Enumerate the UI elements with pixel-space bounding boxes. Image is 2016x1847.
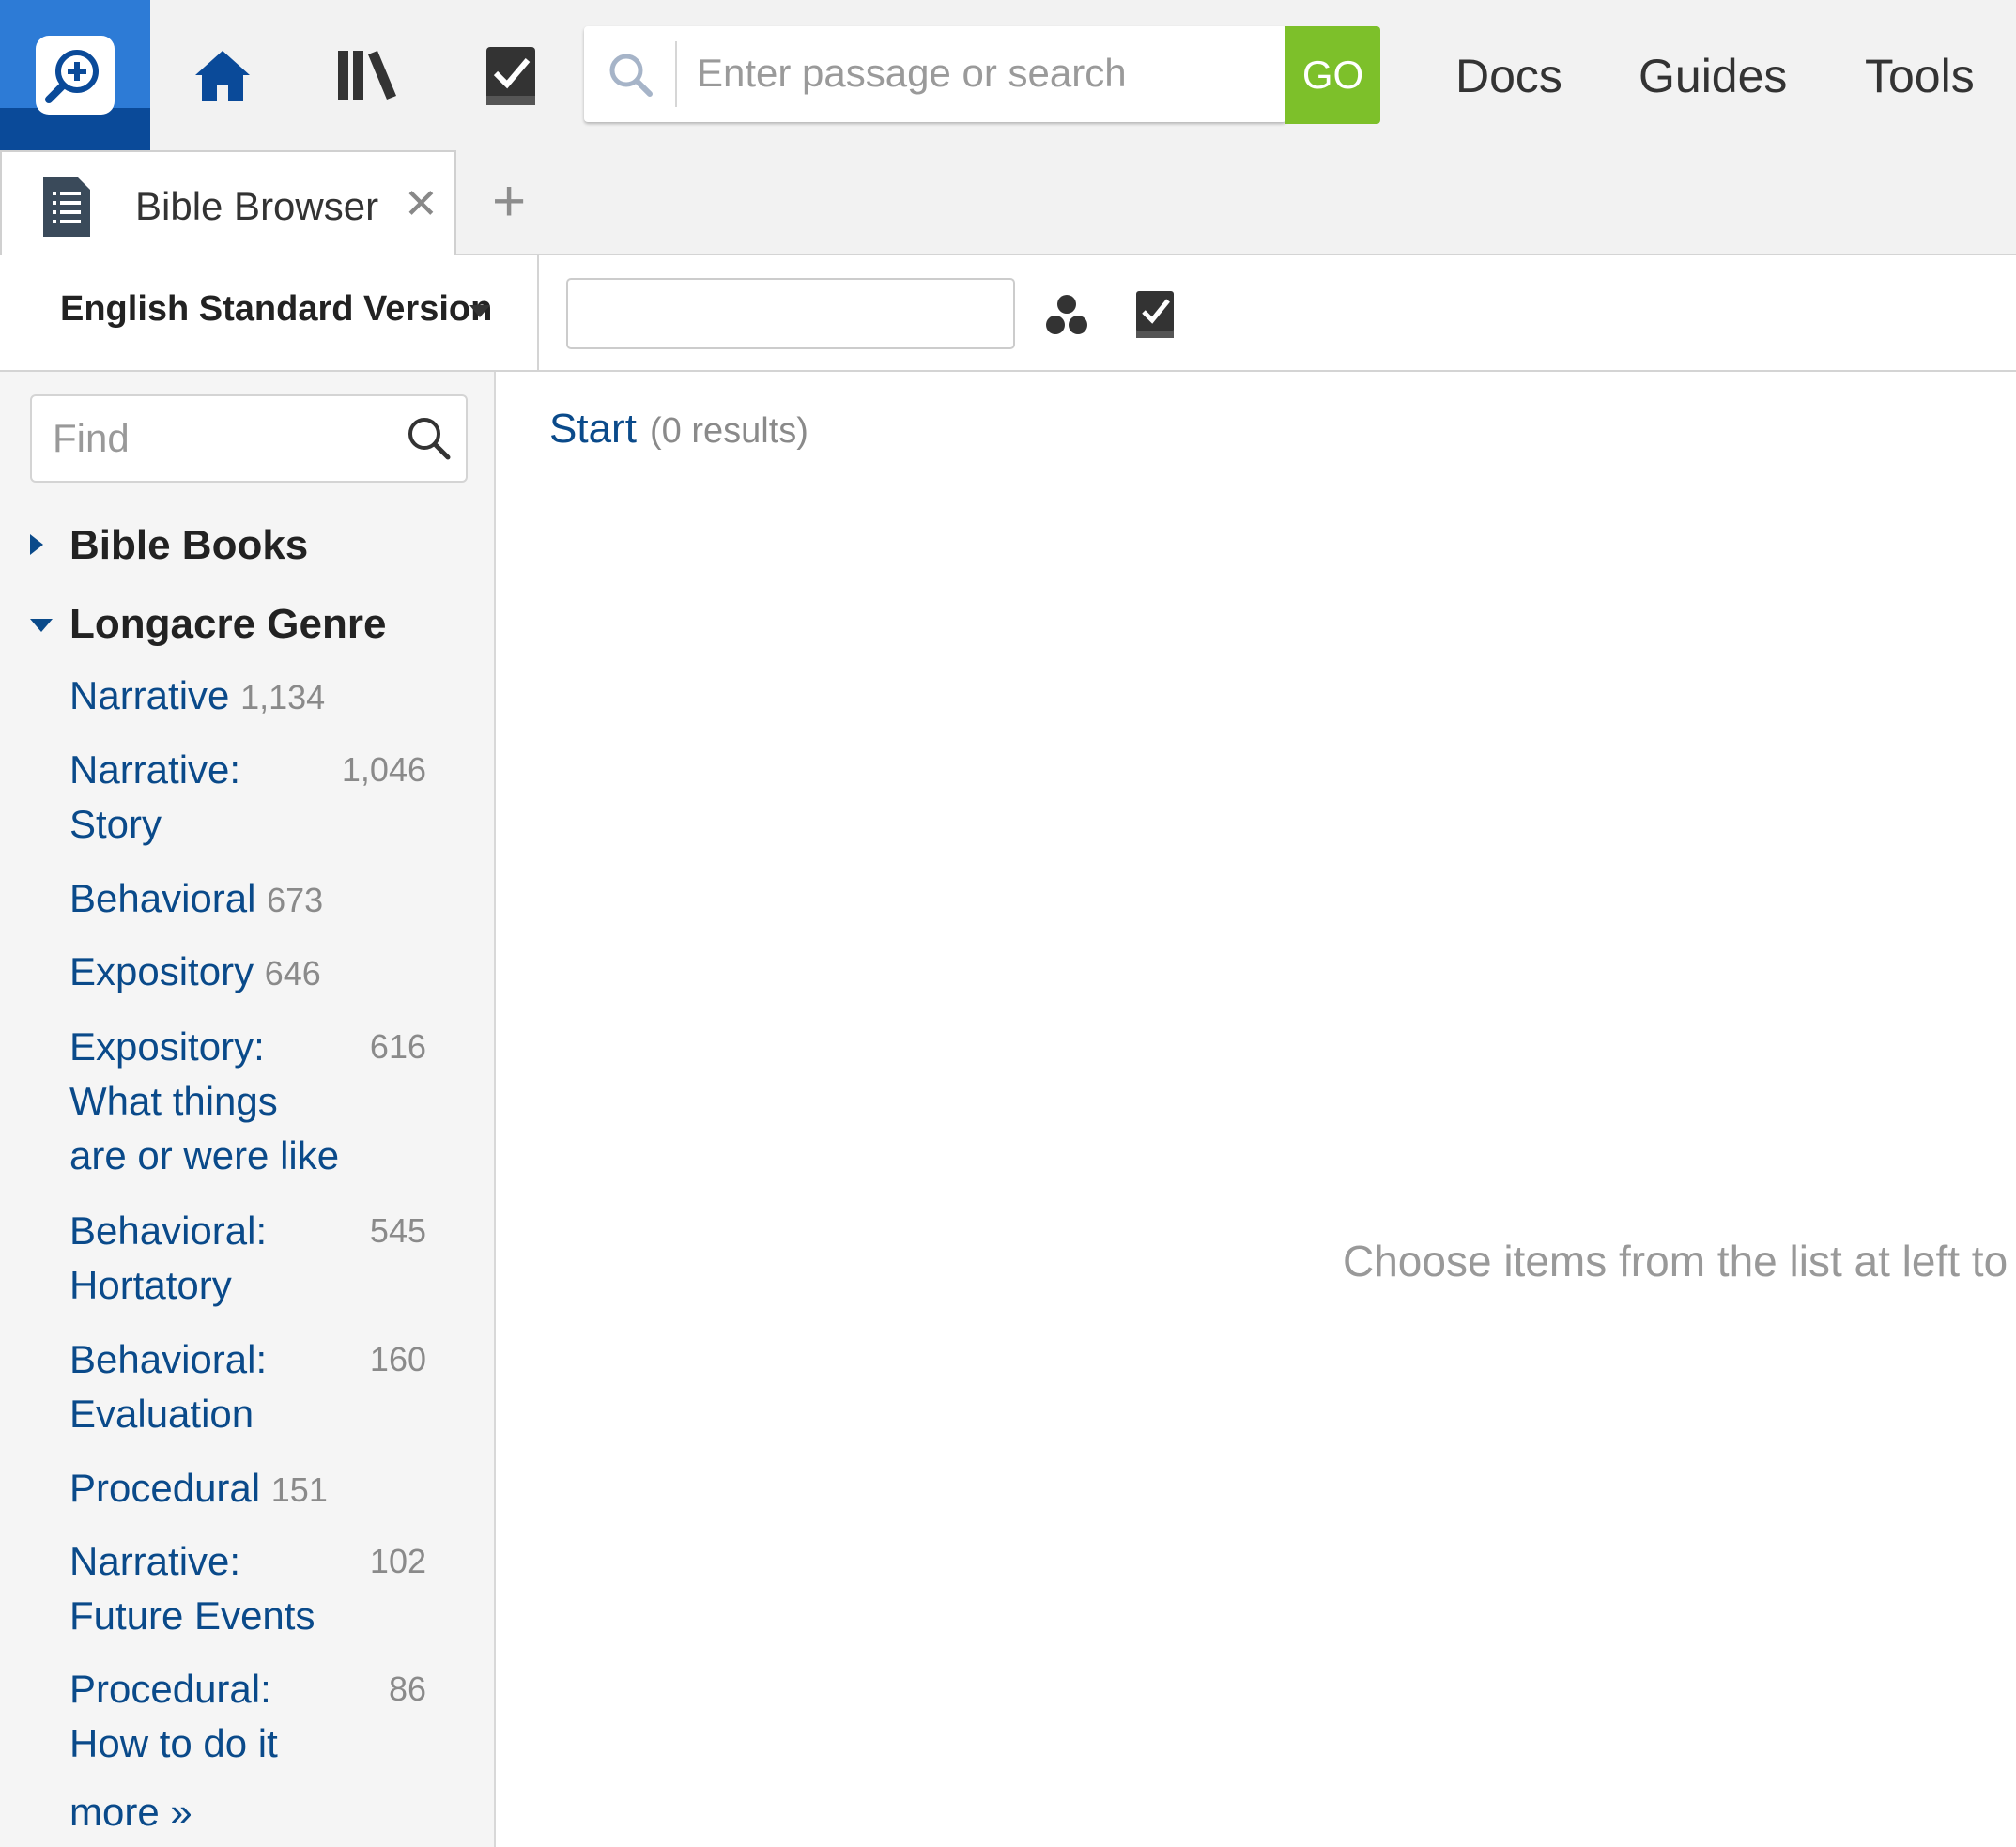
item-label: Procedural: How to do it (69, 1667, 278, 1765)
tab-label: Bible Browser (135, 184, 379, 228)
item-count: 545 (369, 1211, 426, 1250)
close-tab-icon[interactable]: ✕ (404, 180, 439, 228)
library-icon[interactable] (336, 45, 398, 107)
start-link[interactable]: Start (549, 406, 637, 453)
find-box (30, 394, 468, 483)
home-icon[interactable] (192, 45, 254, 107)
version-selector[interactable]: English Standard Version (60, 289, 492, 330)
item-label: Procedural (69, 1466, 261, 1510)
document-icon (43, 177, 90, 237)
docs-link[interactable]: Docs (1455, 49, 1562, 103)
results-count: (0 results) (650, 411, 808, 451)
item-label: Behavioral (69, 876, 256, 920)
list-item[interactable]: Behavioral 673 (69, 871, 445, 928)
item-label: Behavioral: Evaluation (69, 1337, 268, 1436)
item-count: 1,046 (341, 750, 426, 789)
item-label: Narrative: Future Events (69, 1539, 315, 1638)
item-count: 86 (388, 1670, 426, 1708)
list-item[interactable]: Expository 646 (69, 945, 445, 1001)
caret-down-icon (30, 619, 53, 632)
search-icon[interactable] (406, 415, 451, 460)
toolbar-divider (537, 255, 539, 372)
caret-right-icon (30, 534, 43, 555)
item-count: 160 (369, 1340, 426, 1378)
logo-bubble (36, 36, 115, 115)
section-label: Longacre Genre (69, 601, 387, 647)
section-longacre-genre[interactable]: Longacre Genre (30, 601, 386, 648)
section-bible-books[interactable]: Bible Books (30, 522, 308, 569)
list-item[interactable]: Procedural 151 (69, 1461, 445, 1517)
item-label: Expository: What things are or were like (69, 1024, 340, 1177)
list-item[interactable]: Behavioral: Hortatory 545 (69, 1204, 445, 1313)
search-divider (675, 41, 677, 107)
more-link[interactable]: more » (69, 1790, 192, 1835)
section-label: Bible Books (69, 522, 309, 568)
find-input[interactable] (53, 396, 400, 481)
item-count: 616 (369, 1027, 426, 1066)
empty-state-message: Choose items from the list at left to (1343, 1237, 2008, 1285)
item-label: Narrative: Story (69, 747, 241, 846)
logo-search-plus-icon (45, 50, 99, 103)
go-button[interactable]: GO (1285, 26, 1380, 124)
chevron-down-icon[interactable] (469, 305, 490, 317)
item-label: Behavioral: Hortatory (69, 1208, 268, 1307)
list-item[interactable]: Procedural: How to do it 86 (69, 1662, 445, 1771)
tab-bible-browser[interactable]: Bible Browser ✕ (0, 150, 456, 257)
passage-search-input[interactable] (697, 26, 1279, 120)
item-count: 151 (270, 1470, 328, 1509)
logos-logo-button[interactable] (0, 0, 150, 150)
search-icon (609, 54, 653, 97)
list-item[interactable]: Expository: What things are or were like… (69, 1020, 445, 1183)
item-count: 673 (267, 881, 324, 919)
list-item[interactable]: Narrative: Future Events 102 (69, 1534, 445, 1643)
list-item[interactable]: Behavioral: Evaluation 160 (69, 1332, 445, 1441)
passage-search-box (584, 26, 1286, 122)
add-tab-icon[interactable]: + (492, 173, 526, 231)
item-label: Expository (69, 949, 254, 993)
tools-link[interactable]: Tools (1865, 49, 1975, 103)
list-item[interactable]: Narrative: Story 1,046 (69, 743, 445, 852)
task-check-icon[interactable] (1132, 289, 1177, 340)
item-count: 1,134 (240, 678, 326, 716)
reference-input[interactable] (566, 278, 1015, 349)
list-item[interactable]: Narrative 1,134 (69, 669, 445, 725)
visual-filter-icon[interactable] (1044, 293, 1089, 336)
tasks-icon[interactable] (481, 45, 543, 107)
item-count: 646 (264, 954, 321, 993)
item-count: 102 (369, 1542, 426, 1580)
guides-link[interactable]: Guides (1639, 49, 1787, 103)
item-label: Narrative (69, 673, 230, 717)
